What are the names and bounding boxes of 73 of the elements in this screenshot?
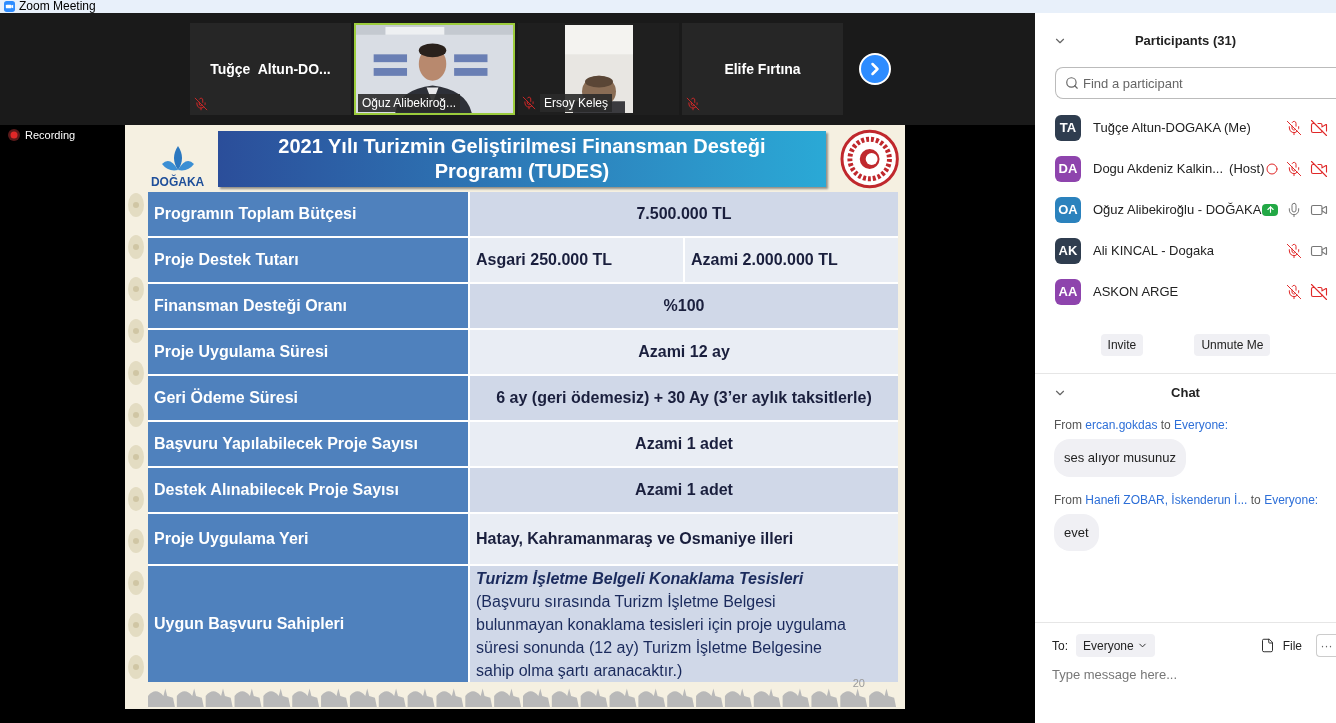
cell-value: Azami 1 adet: [635, 434, 733, 454]
to-label: To:: [1052, 637, 1068, 655]
emblem-icon: [839, 128, 899, 189]
row-label: Programın Toplam Bütçesi: [154, 204, 357, 224]
participant-row[interactable]: OA Oğuz Alibekiroğlu - DOĞAKA: [1035, 189, 1336, 230]
participant-name: Oğuz Alibekiroğlu - DOĞAKA: [1093, 200, 1262, 219]
recipient-dropdown[interactable]: Everyone: [1076, 634, 1155, 657]
participant-row[interactable]: AK Ali KINCAL - Dogaka: [1035, 230, 1336, 271]
participant-row[interactable]: AA ASKON ARGE: [1035, 271, 1336, 312]
window-title: Zoom Meeting: [19, 0, 96, 13]
avatar: TA: [1055, 114, 1081, 141]
panel-title: Participants (31): [1134, 32, 1237, 51]
avatar: AK: [1055, 237, 1081, 264]
row-label: Finansman Desteği Oranı: [154, 296, 347, 316]
row-label: Başvuru Yapılabilecek Proje Sayısı: [154, 434, 418, 454]
message-header: From ercan.gokdas to Everyone:: [1054, 417, 1229, 434]
file-button[interactable]: File: [1259, 636, 1302, 655]
row-label: Geri Ödeme Süresi: [154, 387, 299, 408]
cell-value: Azami 1 adet: [635, 480, 733, 500]
record-icon: [8, 129, 20, 142]
next-page-button[interactable]: [859, 53, 891, 85]
mic-icon[interactable]: [1286, 201, 1302, 218]
panel-title: Chat: [1171, 384, 1200, 403]
cell-value: Asgari 250.000 TL: [476, 250, 613, 270]
note-text: (Başvuru sırasında Turizm İşletme Belgesi bulunmayan konaklama tesisleri için proje uygulama süresi sonunda (12 ay) Turizm İşletme Belgesine sahip olma şartı aranacaktır.): [476, 591, 847, 681]
cell-value: Azami 2.000.000 TL: [691, 250, 838, 270]
participant-name: Ali KINCAL - Dogaka: [1093, 241, 1214, 260]
row-label: Proje Uygulama Süresi: [154, 342, 329, 362]
panel-button[interactable]: Unmute Me: [1194, 334, 1271, 356]
participant-row[interactable]: TA Tuğçe Altun-DOGAKA (Me): [1035, 107, 1336, 148]
message-bubble: evet: [1054, 513, 1099, 551]
search-field[interactable]: Find a participant: [1055, 67, 1336, 99]
participant-name: Ersoy Keleş: [540, 94, 613, 112]
participant-name: Tuğçe Altun-DOGAKA (Me): [1093, 118, 1251, 137]
file-icon: [1259, 638, 1275, 653]
participant-name: Dogu Akdeniz Kalkin...: [1093, 159, 1224, 178]
role-label: (Host): [1229, 159, 1265, 178]
video-off-icon[interactable]: [1310, 282, 1328, 301]
participant-name: ASKON ARGE: [1093, 282, 1179, 301]
cell-value: 7.500.000 TL: [636, 204, 732, 224]
muted-mic-icon[interactable]: [1286, 283, 1302, 300]
row-label: Destek Alınabilecek Proje Sayısı: [154, 480, 399, 500]
muted-mic-icon[interactable]: [1286, 119, 1302, 136]
avatar: AA: [1055, 278, 1081, 305]
cell-value: %100: [663, 296, 705, 316]
participant-name: Oğuz Alibekiroğ...: [358, 94, 461, 112]
note-heading: Turizm İşletme Belgeli Konaklama Tesisleri: [476, 568, 805, 589]
slide-title: 2021 Yılı Turizmin Geliştirilmesi Finansman Desteği Programı (TUDES): [277, 133, 767, 184]
panel-button[interactable]: Invite: [1100, 334, 1144, 356]
video-off-icon[interactable]: [1310, 118, 1328, 137]
cell-value: 6 ay (geri ödemesiz) + 30 Ay (3’er aylık taksitlerle): [496, 388, 872, 408]
message-header: From Hanefi ZOBAR, İskenderun İ... to Everyone:: [1054, 491, 1319, 509]
cell-value: Azami 12 ay: [638, 342, 730, 362]
avatar: DA: [1055, 155, 1081, 182]
recording-label: Recording: [25, 128, 76, 143]
participant-name: Elife Fırtına: [724, 59, 801, 79]
participant-name: Tuğçe Altun-DO...: [210, 59, 331, 79]
participant-row[interactable]: DA Dogu Akdeniz Kalkin... (Host): [1035, 148, 1336, 189]
row-label: Proje Uygulama Yeri: [154, 529, 309, 549]
more-button[interactable]: ···: [1316, 634, 1336, 657]
search-icon: [1065, 76, 1079, 90]
app-icon: [4, 1, 15, 12]
row-label: Proje Destek Tutarı: [154, 250, 299, 270]
avatar: OA: [1055, 196, 1081, 223]
page-number: 20: [852, 676, 865, 691]
row-label: Uygun Başvuru Sahipleri: [154, 614, 345, 634]
video-off-icon[interactable]: [1310, 159, 1328, 178]
muted-mic-icon[interactable]: [1286, 160, 1302, 177]
cell-value: Hatay, Kahramanmaraş ve Osmaniye illeri: [476, 529, 794, 549]
muted-mic-icon[interactable]: [1286, 242, 1302, 259]
logo-text: DOĞAKA: [150, 175, 205, 188]
message-input[interactable]: Type message here...: [1052, 665, 1319, 685]
message-bubble: ses alıyor musunuz: [1054, 439, 1186, 477]
